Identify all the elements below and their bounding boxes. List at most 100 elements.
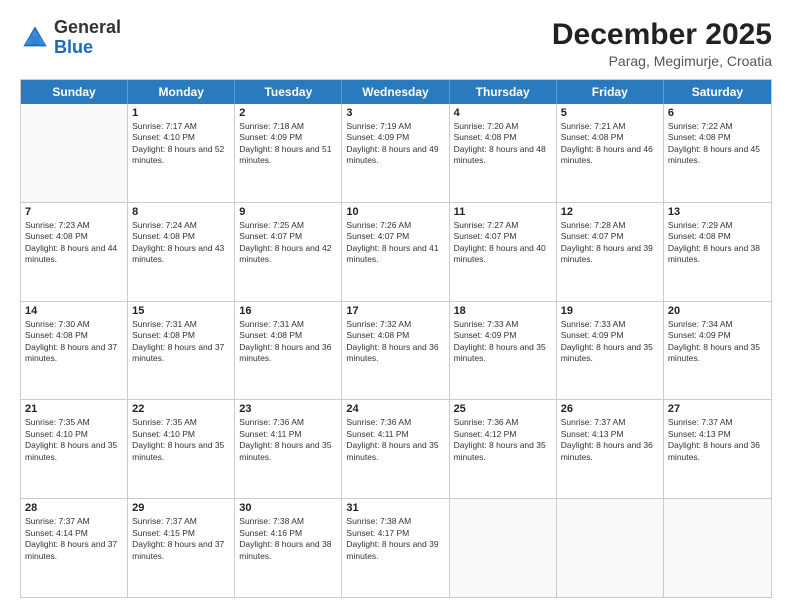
day-number: 10 <box>346 206 444 218</box>
day-number: 19 <box>561 305 659 317</box>
day-number: 28 <box>25 502 123 514</box>
day-info: Sunrise: 7:22 AMSunset: 4:08 PMDaylight:… <box>668 121 767 167</box>
day-number: 4 <box>454 107 552 119</box>
day-info: Sunrise: 7:36 AMSunset: 4:11 PMDaylight:… <box>346 417 444 463</box>
day-cell: 24Sunrise: 7:36 AMSunset: 4:11 PMDayligh… <box>342 400 449 498</box>
day-number: 26 <box>561 403 659 415</box>
day-cell: 28Sunrise: 7:37 AMSunset: 4:14 PMDayligh… <box>21 499 128 597</box>
day-number: 2 <box>239 107 337 119</box>
day-cell: 12 Sunrise: 7:28 AMSunset: 4:07 PMDayligh… <box>557 203 664 301</box>
day-info: Sunrise: 7:35 AMSunset: 4:10 PMDaylight:… <box>25 417 123 463</box>
day-number: 22 <box>132 403 230 415</box>
logo-blue: Blue <box>54 37 93 57</box>
day-info: Sunrise: 7:18 AMSunset: 4:09 PMDaylight:… <box>239 121 337 167</box>
day-cell: 20 Sunrise: 7:34 AMSunset: 4:09 PMDayligh… <box>664 302 771 400</box>
day-info: Sunrise: 7:25 AMSunset: 4:07 PMDaylight:… <box>239 220 337 266</box>
day-cell: 7 Sunrise: 7:23 AMSunset: 4:08 PMDaylight… <box>21 203 128 301</box>
day-number: 20 <box>668 305 767 317</box>
day-cell: 18Sunrise: 7:33 AMSunset: 4:09 PMDayligh… <box>450 302 557 400</box>
empty-cell <box>557 499 664 597</box>
calendar-row: 28Sunrise: 7:37 AMSunset: 4:14 PMDayligh… <box>21 499 771 597</box>
day-info: Sunrise: 7:24 AMSunset: 4:08 PMDaylight:… <box>132 220 230 266</box>
day-number: 7 <box>25 206 123 218</box>
day-number: 15 <box>132 305 230 317</box>
header: General Blue December 2025 Parag, Megimu… <box>20 18 772 69</box>
day-cell: 22 Sunrise: 7:35 AMSunset: 4:10 PMDayligh… <box>128 400 235 498</box>
day-cell: 19 Sunrise: 7:33 AMSunset: 4:09 PMDayligh… <box>557 302 664 400</box>
day-cell: 2 Sunrise: 7:18 AMSunset: 4:09 PMDaylight… <box>235 104 342 202</box>
day-number: 27 <box>668 403 767 415</box>
calendar-body: 1 Sunrise: 7:17 AMSunset: 4:10 PMDaylight… <box>21 104 771 597</box>
day-number: 9 <box>239 206 337 218</box>
day-number: 25 <box>454 403 552 415</box>
day-number: 30 <box>239 502 337 514</box>
day-cell: 27 Sunrise: 7:37 AMSunset: 4:13 PMDayligh… <box>664 400 771 498</box>
day-number: 3 <box>346 107 444 119</box>
day-cell: 23Sunrise: 7:36 AMSunset: 4:11 PMDayligh… <box>235 400 342 498</box>
day-number: 16 <box>239 305 337 317</box>
weekday-header: Tuesday <box>235 80 342 104</box>
day-number: 17 <box>346 305 444 317</box>
day-cell: 6Sunrise: 7:22 AMSunset: 4:08 PMDaylight… <box>664 104 771 202</box>
day-number: 1 <box>132 107 230 119</box>
day-cell: 17Sunrise: 7:32 AMSunset: 4:08 PMDayligh… <box>342 302 449 400</box>
day-number: 18 <box>454 305 552 317</box>
weekday-header: Wednesday <box>342 80 449 104</box>
day-number: 11 <box>454 206 552 218</box>
month-title: December 2025 <box>552 18 772 51</box>
day-info: Sunrise: 7:37 AMSunset: 4:13 PMDaylight:… <box>668 417 767 463</box>
calendar-row: 14 Sunrise: 7:30 AMSunset: 4:08 PMDayligh… <box>21 302 771 401</box>
calendar: SundayMondayTuesdayWednesdayThursdayFrid… <box>20 79 772 598</box>
day-cell: 4 Sunrise: 7:20 AMSunset: 4:08 PMDaylight… <box>450 104 557 202</box>
page: General Blue December 2025 Parag, Megimu… <box>0 0 792 612</box>
day-cell: 21Sunrise: 7:35 AMSunset: 4:10 PMDayligh… <box>21 400 128 498</box>
day-info: Sunrise: 7:20 AMSunset: 4:08 PMDaylight:… <box>454 121 552 167</box>
day-info: Sunrise: 7:30 AMSunset: 4:08 PMDaylight:… <box>25 319 123 365</box>
day-cell: 9 Sunrise: 7:25 AMSunset: 4:07 PMDaylight… <box>235 203 342 301</box>
day-info: Sunrise: 7:19 AMSunset: 4:09 PMDaylight:… <box>346 121 444 167</box>
day-info: Sunrise: 7:37 AMSunset: 4:13 PMDaylight:… <box>561 417 659 463</box>
day-number: 12 <box>561 206 659 218</box>
weekday-header: Saturday <box>664 80 771 104</box>
day-cell: 13Sunrise: 7:29 AMSunset: 4:08 PMDayligh… <box>664 203 771 301</box>
day-cell: 11Sunrise: 7:27 AMSunset: 4:07 PMDayligh… <box>450 203 557 301</box>
day-number: 14 <box>25 305 123 317</box>
day-info: Sunrise: 7:17 AMSunset: 4:10 PMDaylight:… <box>132 121 230 167</box>
day-info: Sunrise: 7:33 AMSunset: 4:09 PMDaylight:… <box>561 319 659 365</box>
calendar-row: 7 Sunrise: 7:23 AMSunset: 4:08 PMDaylight… <box>21 203 771 302</box>
day-info: Sunrise: 7:38 AMSunset: 4:17 PMDaylight:… <box>346 516 444 562</box>
day-info: Sunrise: 7:26 AMSunset: 4:07 PMDaylight:… <box>346 220 444 266</box>
day-number: 8 <box>132 206 230 218</box>
weekday-header: Thursday <box>450 80 557 104</box>
day-info: Sunrise: 7:21 AMSunset: 4:08 PMDaylight:… <box>561 121 659 167</box>
empty-cell <box>450 499 557 597</box>
day-info: Sunrise: 7:37 AMSunset: 4:15 PMDaylight:… <box>132 516 230 562</box>
day-cell: 3 Sunrise: 7:19 AMSunset: 4:09 PMDaylight… <box>342 104 449 202</box>
day-cell: 29Sunrise: 7:37 AMSunset: 4:15 PMDayligh… <box>128 499 235 597</box>
day-cell: 1 Sunrise: 7:17 AMSunset: 4:10 PMDaylight… <box>128 104 235 202</box>
day-cell: 5 Sunrise: 7:21 AMSunset: 4:08 PMDaylight… <box>557 104 664 202</box>
day-number: 5 <box>561 107 659 119</box>
day-cell: 30 Sunrise: 7:38 AMSunset: 4:16 PMDayligh… <box>235 499 342 597</box>
day-cell: 26 Sunrise: 7:37 AMSunset: 4:13 PMDayligh… <box>557 400 664 498</box>
day-info: Sunrise: 7:35 AMSunset: 4:10 PMDaylight:… <box>132 417 230 463</box>
day-info: Sunrise: 7:36 AMSunset: 4:12 PMDaylight:… <box>454 417 552 463</box>
day-cell: 10 Sunrise: 7:26 AMSunset: 4:07 PMDayligh… <box>342 203 449 301</box>
day-info: Sunrise: 7:34 AMSunset: 4:09 PMDaylight:… <box>668 319 767 365</box>
title-block: December 2025 Parag, Megimurje, Croatia <box>552 18 772 69</box>
day-cell: 25 Sunrise: 7:36 AMSunset: 4:12 PMDayligh… <box>450 400 557 498</box>
day-info: Sunrise: 7:28 AMSunset: 4:07 PMDaylight:… <box>561 220 659 266</box>
day-info: Sunrise: 7:23 AMSunset: 4:08 PMDaylight:… <box>25 220 123 266</box>
weekday-header: Sunday <box>21 80 128 104</box>
logo-text: General Blue <box>54 18 121 58</box>
empty-cell <box>21 104 128 202</box>
calendar-header: SundayMondayTuesdayWednesdayThursdayFrid… <box>21 80 771 104</box>
day-info: Sunrise: 7:38 AMSunset: 4:16 PMDaylight:… <box>239 516 337 562</box>
location: Parag, Megimurje, Croatia <box>552 53 772 69</box>
day-number: 23 <box>239 403 337 415</box>
empty-cell <box>664 499 771 597</box>
logo-icon <box>20 23 50 53</box>
day-cell: 15Sunrise: 7:31 AMSunset: 4:08 PMDayligh… <box>128 302 235 400</box>
weekday-header: Friday <box>557 80 664 104</box>
logo: General Blue <box>20 18 121 58</box>
